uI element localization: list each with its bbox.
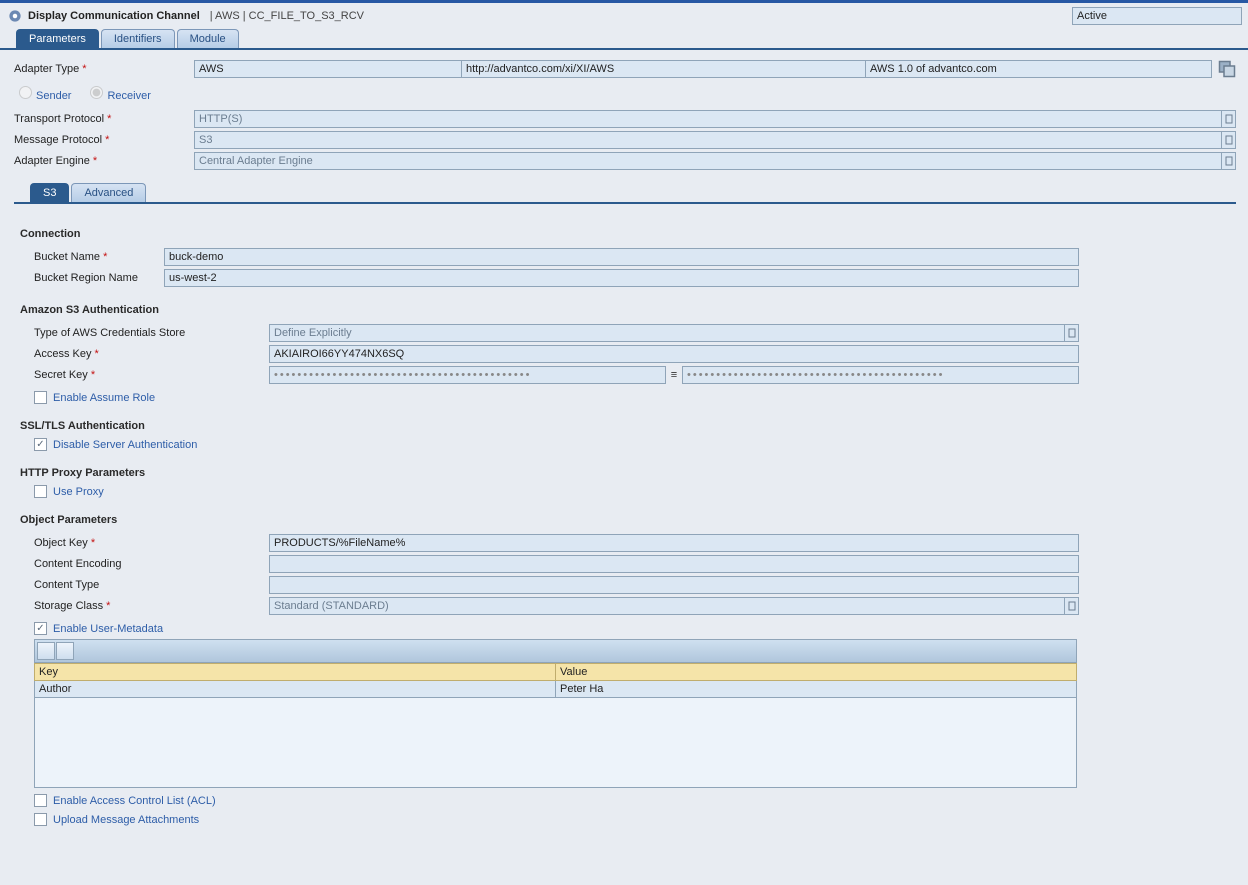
section-object: Object Parameters — [20, 514, 1236, 526]
label-cred-store: Type of AWS Credentials Store — [34, 327, 269, 339]
window-header: Display Communication Channel | AWS | CC… — [0, 3, 1248, 29]
checkbox-disable-server-auth[interactable] — [34, 438, 47, 451]
row-content-type: Content Type — [20, 574, 1236, 595]
checkbox-enable-acl[interactable] — [34, 794, 47, 807]
row-storage-class: Storage Class — [20, 595, 1236, 616]
label-enable-metadata: Enable User-Metadata — [53, 623, 163, 635]
radio-sender[interactable]: Sender — [14, 83, 71, 102]
subtab-s3[interactable]: S3 — [30, 183, 69, 202]
content-type-field[interactable] — [269, 576, 1079, 594]
col-key: Key — [35, 664, 556, 681]
section-connection: Connection — [20, 228, 1236, 240]
add-row-button[interactable] — [37, 642, 55, 660]
checkbox-assume-role[interactable] — [34, 391, 47, 404]
metadata-empty-area — [34, 698, 1077, 788]
label-secret-key: Secret Key — [34, 369, 269, 381]
row-adapter-type: Adapter Type — [14, 58, 1236, 79]
label-content-encoding: Content Encoding — [34, 558, 269, 570]
row-engine: Adapter Engine — [14, 150, 1236, 171]
object-path: | AWS | CC_FILE_TO_S3_RCV — [210, 10, 364, 22]
subtab-advanced[interactable]: Advanced — [71, 183, 146, 202]
row-secret-key: Secret Key ≡ — [20, 364, 1236, 385]
display-icon — [6, 7, 24, 25]
dropdown-icon[interactable] — [1065, 597, 1079, 615]
object-key-field[interactable] — [269, 534, 1079, 552]
section-proxy: HTTP Proxy Parameters — [20, 467, 1236, 479]
row-object-key: Object Key — [20, 532, 1236, 553]
cell-key[interactable]: Author — [35, 681, 556, 698]
label-storage-class: Storage Class — [34, 600, 269, 612]
page-title: Display Communication Channel — [28, 10, 200, 22]
label-adapter-type: Adapter Type — [14, 63, 194, 75]
bucket-region-field[interactable] — [164, 269, 1079, 287]
label-engine: Adapter Engine — [14, 155, 194, 167]
row-transport: Transport Protocol — [14, 108, 1236, 129]
status-field[interactable]: Active — [1072, 7, 1242, 25]
row-upload-attachments[interactable]: Upload Message Attachments — [34, 813, 1236, 826]
direction-group: Sender Receiver — [14, 83, 1236, 102]
adapter-type-ns[interactable] — [462, 60, 866, 78]
section-auth: Amazon S3 Authentication — [20, 304, 1236, 316]
row-region: Bucket Region Name — [20, 267, 1236, 288]
message-protocol-field[interactable] — [194, 131, 1222, 149]
label-region: Bucket Region Name — [34, 272, 164, 284]
equals-icon: ≡ — [666, 369, 682, 381]
row-message: Message Protocol — [14, 129, 1236, 150]
metadata-toolbar — [34, 639, 1077, 663]
label-upload-attachments: Upload Message Attachments — [53, 814, 199, 826]
table-row[interactable]: Author Peter Ha — [35, 681, 1077, 698]
adapter-type-name[interactable] — [194, 60, 462, 78]
checkbox-use-proxy[interactable] — [34, 485, 47, 498]
label-bucket: Bucket Name — [34, 251, 164, 263]
label-enable-acl: Enable Access Control List (ACL) — [53, 795, 216, 807]
section-ssl: SSL/TLS Authentication — [20, 420, 1236, 432]
tab-parameters[interactable]: Parameters — [16, 29, 99, 48]
dropdown-icon[interactable] — [1222, 131, 1236, 149]
row-enable-acl[interactable]: Enable Access Control List (ACL) — [34, 794, 1236, 807]
content-encoding-field[interactable] — [269, 555, 1079, 573]
row-access-key: Access Key — [20, 343, 1236, 364]
secret-key-field[interactable] — [269, 366, 666, 384]
main-tabs: Parameters Identifiers Module — [0, 29, 1248, 50]
col-value: Value — [556, 664, 1077, 681]
label-disable-server-auth: Disable Server Authentication — [53, 439, 197, 451]
label-transport: Transport Protocol — [14, 113, 194, 125]
access-key-field[interactable] — [269, 345, 1079, 363]
storage-class-field[interactable] — [269, 597, 1065, 615]
label-content-type: Content Type — [34, 579, 269, 591]
bucket-name-field[interactable] — [164, 248, 1079, 266]
adapter-type-ver[interactable] — [866, 60, 1212, 78]
checkbox-upload-attachments[interactable] — [34, 813, 47, 826]
tab-module[interactable]: Module — [177, 29, 239, 48]
dropdown-icon[interactable] — [1222, 152, 1236, 170]
dropdown-icon[interactable] — [1222, 110, 1236, 128]
label-assume-role: Enable Assume Role — [53, 392, 155, 404]
row-content-encoding: Content Encoding — [20, 553, 1236, 574]
label-access-key: Access Key — [34, 348, 269, 360]
transport-protocol-field[interactable] — [194, 110, 1222, 128]
secret-key-confirm-field[interactable] — [682, 366, 1079, 384]
metadata-table: Key Value Author Peter Ha — [34, 663, 1077, 698]
row-bucket: Bucket Name — [20, 246, 1236, 267]
row-assume-role[interactable]: Enable Assume Role — [34, 391, 1236, 404]
cell-value[interactable]: Peter Ha — [556, 681, 1077, 698]
radio-receiver[interactable]: Receiver — [85, 83, 150, 102]
label-use-proxy: Use Proxy — [53, 486, 104, 498]
remove-row-button[interactable] — [56, 642, 74, 660]
adapter-engine-field[interactable] — [194, 152, 1222, 170]
row-use-proxy[interactable]: Use Proxy — [34, 485, 1236, 498]
label-message: Message Protocol — [14, 134, 194, 146]
dropdown-icon[interactable] — [1065, 324, 1079, 342]
object-ref-icon[interactable] — [1218, 60, 1236, 78]
row-enable-metadata[interactable]: Enable User-Metadata — [34, 622, 1236, 635]
label-object-key: Object Key — [34, 537, 269, 549]
row-cred-store: Type of AWS Credentials Store — [20, 322, 1236, 343]
checkbox-enable-metadata[interactable] — [34, 622, 47, 635]
row-disable-server-auth[interactable]: Disable Server Authentication — [34, 438, 1236, 451]
table-header-row: Key Value — [35, 664, 1077, 681]
sub-tabs: S3 Advanced — [14, 183, 1236, 204]
tab-identifiers[interactable]: Identifiers — [101, 29, 175, 48]
cred-store-field[interactable] — [269, 324, 1065, 342]
